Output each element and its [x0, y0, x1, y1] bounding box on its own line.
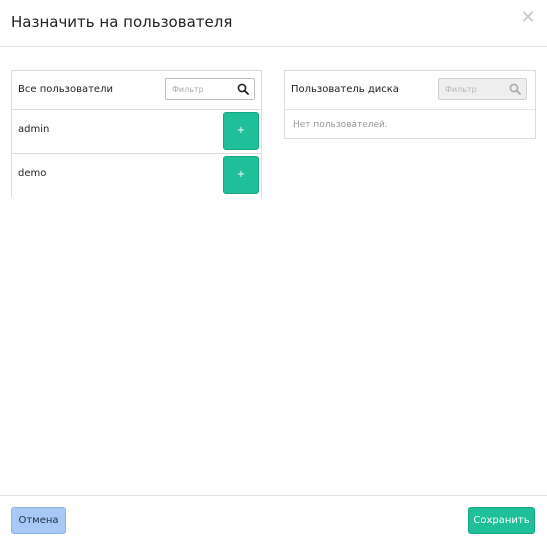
dialog-footer: Отмена Сохранить [0, 495, 547, 546]
save-button[interactable]: Сохранить [468, 507, 535, 534]
disk-users-filter[interactable] [438, 78, 527, 100]
search-icon[interactable] [509, 83, 521, 95]
all-users-header: Все пользователи [12, 71, 261, 110]
all-users-filter-input[interactable] [172, 82, 232, 96]
disk-users-title: Пользователь диска [291, 84, 399, 95]
disk-users-filter-input[interactable] [445, 82, 505, 96]
dialog-header: Назначить на пользователя ✕ [0, 0, 547, 47]
add-user-button[interactable]: + [223, 156, 259, 194]
all-users-filter[interactable] [165, 78, 255, 100]
empty-state-text: Нет пользователей. [293, 120, 388, 130]
all-users-panel: Все пользователи admin + demo + [11, 70, 262, 198]
user-row-demo: demo + [12, 154, 261, 198]
close-icon[interactable]: ✕ [520, 9, 536, 27]
assign-user-dialog: Назначить на пользователя ✕ Все пользова… [0, 0, 547, 546]
user-name: admin [18, 124, 50, 135]
user-row-admin: admin + [12, 110, 261, 154]
all-users-title: Все пользователи [18, 84, 113, 95]
dialog-title: Назначить на пользователя [11, 13, 233, 31]
disk-users-header: Пользователь диска [285, 71, 535, 110]
disk-users-panel: Пользователь диска Нет пользователей. [284, 70, 536, 139]
user-name: demo [18, 168, 47, 179]
add-user-button[interactable]: + [223, 112, 259, 150]
search-icon[interactable] [237, 83, 249, 95]
cancel-button[interactable]: Отмена [11, 507, 66, 534]
